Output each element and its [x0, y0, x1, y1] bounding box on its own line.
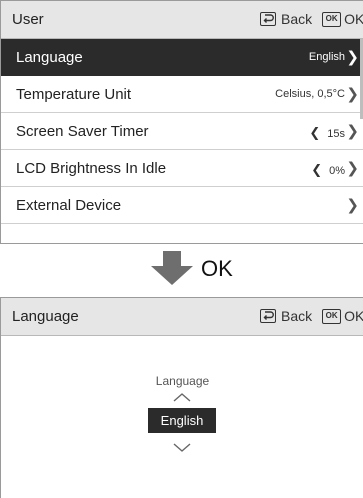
menu-item-label: Temperature Unit: [16, 86, 132, 103]
menu-item-label: LCD Brightness In Idle: [16, 160, 167, 177]
chevron-up-icon[interactable]: [172, 392, 192, 402]
menu-item-value: Celsius, 0,5°C: [275, 88, 345, 100]
transition-label: OK: [201, 256, 233, 281]
menu-item-language[interactable]: Language English ❯: [1, 39, 363, 76]
menu-item-screen-saver-timer[interactable]: Screen Saver Timer ❮ 15s ❯: [1, 113, 363, 150]
menu-item-value: English: [308, 51, 345, 63]
header-bar: Language Back OK OK: [1, 298, 363, 336]
chevron-right-icon: ❯: [346, 86, 359, 103]
menu-item-label: Language: [16, 49, 83, 66]
menu-item-label: External Device: [16, 197, 122, 214]
picker-title: Language: [155, 374, 210, 388]
down-arrow-icon: [151, 251, 193, 285]
chevron-right-icon[interactable]: ❯: [346, 159, 359, 177]
menu-item-value-group: ❮ 15s: [309, 125, 345, 141]
page-title: Language: [12, 308, 79, 325]
language-screen: Language Back OK OK Language English: [0, 297, 363, 498]
chevron-right-icon: ❯: [346, 197, 359, 214]
header-nav: Back OK OK: [260, 11, 363, 27]
chevron-right-icon[interactable]: ❯: [346, 122, 359, 140]
language-picker: Language English: [1, 336, 363, 498]
menu-item-value-group: ❮ 0%: [311, 162, 345, 178]
menu-item-temperature-unit[interactable]: Temperature Unit Celsius, 0,5°C ❯: [1, 76, 363, 113]
ok-button[interactable]: OK: [344, 308, 363, 324]
back-icon[interactable]: [260, 309, 276, 323]
menu-item-label: Screen Saver Timer: [16, 123, 149, 140]
back-icon[interactable]: [260, 12, 276, 26]
back-button[interactable]: Back: [281, 11, 312, 27]
header-bar: User Back OK OK: [1, 1, 363, 39]
ok-icon[interactable]: OK: [322, 11, 342, 27]
picker-current-value[interactable]: English: [148, 408, 216, 433]
ok-button[interactable]: OK: [344, 11, 363, 27]
menu-item-value: 0%: [329, 165, 345, 177]
header-nav: Back OK OK: [260, 308, 363, 324]
ok-icon[interactable]: OK: [322, 308, 342, 324]
chevron-down-icon[interactable]: [172, 443, 192, 453]
chevron-right-icon: ❯: [346, 49, 359, 66]
menu-item-value: 15s: [327, 128, 345, 140]
page-title: User: [12, 11, 44, 28]
menu-item-lcd-brightness[interactable]: LCD Brightness In Idle ❮ 0% ❯: [1, 150, 363, 187]
chevron-left-icon[interactable]: ❮: [309, 125, 320, 140]
back-button[interactable]: Back: [281, 308, 312, 324]
user-menu-screen: User Back OK OK Language English ❯ Tempe…: [0, 0, 363, 244]
chevron-left-icon[interactable]: ❮: [311, 162, 322, 177]
menu-item-external-device[interactable]: External Device ❯: [1, 187, 363, 224]
